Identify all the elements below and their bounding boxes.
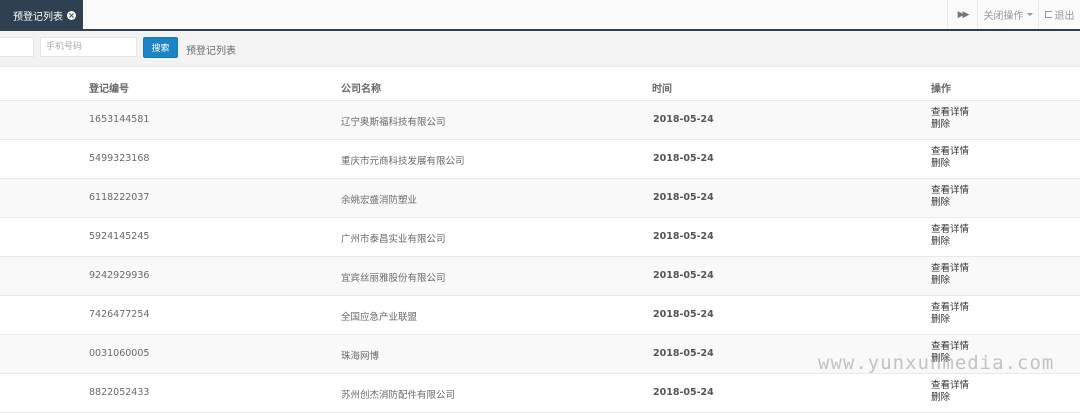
cell-ops: 查看详情 删除 xyxy=(931,107,969,131)
phone-input[interactable] xyxy=(40,37,137,57)
cell-code: 7426477254 xyxy=(89,309,150,320)
cell-ops: 查看详情 删除 xyxy=(931,224,969,248)
delete-link[interactable]: 删除 xyxy=(931,314,969,326)
cell-code: 9242929936 xyxy=(89,270,150,281)
logout-button[interactable]: 退出 xyxy=(1038,0,1080,29)
cell-date: 2018-05-24 xyxy=(653,387,714,398)
cell-company: 珠海网博 xyxy=(341,351,380,362)
delete-link[interactable]: 删除 xyxy=(931,197,969,209)
close-circle-icon[interactable]: × xyxy=(67,11,76,20)
table-row: 9242929936 宜宾丝丽雅股份有限公司 2018-05-24 查看详情 删… xyxy=(0,257,1080,296)
table-row: 7426477254 全国应急产业联盟 2018-05-24 查看详情 删除 xyxy=(0,296,1080,335)
cell-date: 2018-05-24 xyxy=(653,153,714,164)
cell-code: 6118222037 xyxy=(89,192,150,203)
top-tab-bar: 预登记列表 × ▶▶ 关闭操作 退出 xyxy=(0,0,1080,31)
view-details-link[interactable]: 查看详情 xyxy=(931,146,969,158)
watermark: www.yunxunmedia.com xyxy=(818,352,1055,374)
close-operations-dropdown[interactable]: 关闭操作 xyxy=(977,0,1038,29)
delete-link[interactable]: 删除 xyxy=(931,275,969,287)
delete-link[interactable]: 删除 xyxy=(931,119,969,131)
cell-code: 8822052433 xyxy=(89,387,150,398)
view-details-link[interactable]: 查看详情 xyxy=(931,107,969,119)
cell-code: 5499323168 xyxy=(89,153,150,164)
cell-ops: 查看详情 删除 xyxy=(931,185,969,209)
cell-code: 5924145245 xyxy=(89,231,150,242)
caret-down-icon xyxy=(1026,13,1033,16)
cell-date: 2018-05-24 xyxy=(653,231,714,242)
cell-company: 辽宁奥斯福科技有限公司 xyxy=(341,117,446,128)
view-details-link[interactable]: 查看详情 xyxy=(931,224,969,236)
table-row: 5499323168 重庆市元商科技发展有限公司 2018-05-24 查看详情… xyxy=(0,140,1080,179)
sign-out-icon xyxy=(1044,11,1052,18)
view-details-link[interactable]: 查看详情 xyxy=(931,185,969,197)
cell-company: 余姚宏盛消防塑业 xyxy=(341,195,418,206)
logout-label: 退出 xyxy=(1054,11,1075,22)
cell-date: 2018-05-24 xyxy=(653,114,714,125)
cell-ops: 查看详情 删除 xyxy=(931,146,969,170)
view-details-link[interactable]: 查看详情 xyxy=(931,380,969,392)
tab-pre-registration-list[interactable]: 预登记列表 × xyxy=(0,0,83,31)
cell-company: 全国应急产业联盟 xyxy=(341,312,418,323)
delete-link[interactable]: 删除 xyxy=(931,158,969,170)
delete-link[interactable]: 删除 xyxy=(931,392,969,404)
cell-ops: 查看详情 删除 xyxy=(931,263,969,287)
cell-company: 苏州创杰消防配件有限公司 xyxy=(341,390,456,401)
cell-date: 2018-05-24 xyxy=(653,348,714,359)
search-input[interactable] xyxy=(0,37,34,57)
view-details-link[interactable]: 查看详情 xyxy=(931,263,969,275)
tab-forward-button[interactable]: ▶▶ xyxy=(947,0,977,29)
cell-date: 2018-05-24 xyxy=(653,309,714,320)
cell-date: 2018-05-24 xyxy=(653,270,714,281)
header-date: 时间 xyxy=(652,84,672,95)
tab-label: 预登记列表 xyxy=(13,12,63,23)
cell-company: 宜宾丝丽雅股份有限公司 xyxy=(341,273,446,284)
cell-ops: 查看详情 删除 xyxy=(931,380,969,404)
cell-company: 广州市泰昌实业有限公司 xyxy=(341,234,446,245)
table-row: 8822052433 苏州创杰消防配件有限公司 2018-05-24 查看详情 … xyxy=(0,374,1080,413)
cell-code: 1653144581 xyxy=(89,114,150,125)
view-details-link[interactable]: 查看详情 xyxy=(931,302,969,314)
delete-link[interactable]: 删除 xyxy=(931,236,969,248)
cell-ops: 查看详情 删除 xyxy=(931,302,969,326)
search-button[interactable]: 搜索 xyxy=(143,37,178,58)
table-row: 5924145245 广州市泰昌实业有限公司 2018-05-24 查看详情 删… xyxy=(0,218,1080,257)
table-row: 6118222037 余姚宏盛消防塑业 2018-05-24 查看详情 删除 xyxy=(0,179,1080,218)
header-company: 公司名称 xyxy=(341,84,381,95)
table-header: 登记编号 公司名称 时间 操作 xyxy=(0,67,1080,101)
search-bar: 搜索 预登记列表 xyxy=(0,31,1080,67)
list-title: 预登记列表 xyxy=(186,46,236,57)
table-row: 1653144581 辽宁奥斯福科技有限公司 2018-05-24 查看详情 删… xyxy=(0,101,1080,140)
cell-date: 2018-05-24 xyxy=(653,192,714,203)
header-code: 登记编号 xyxy=(89,84,129,95)
header-ops: 操作 xyxy=(931,84,951,95)
cell-company: 重庆市元商科技发展有限公司 xyxy=(341,156,465,167)
double-chevron-right-icon: ▶▶ xyxy=(957,9,970,20)
cell-code: 0031060005 xyxy=(89,348,150,359)
close-operations-label: 关闭操作 xyxy=(983,11,1024,22)
